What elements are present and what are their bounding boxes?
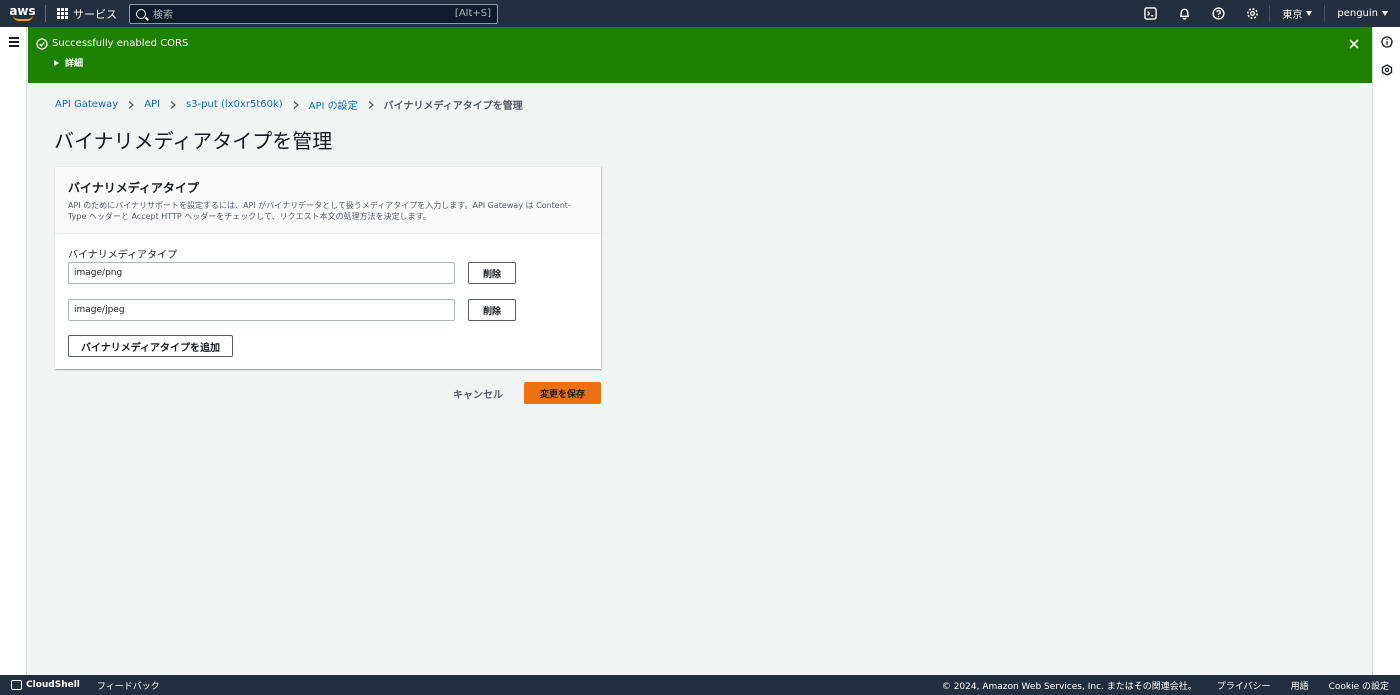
chevron-right-icon xyxy=(170,100,177,109)
right-rail xyxy=(1372,27,1400,675)
footer-terms-link[interactable]: 用語 xyxy=(1291,679,1309,692)
panel-description: API のためにバイナリサポートを設定するには、API がバイナリデータとして扱… xyxy=(68,201,571,221)
remove-media-type-button[interactable]: 削除 xyxy=(468,262,516,284)
breadcrumb-api-gateway[interactable]: API Gateway xyxy=(55,99,118,110)
check-circle-icon xyxy=(36,38,48,50)
top-navigation: aws サービス 検索 [Alt+S] 東京 penguin xyxy=(0,0,1400,27)
binary-media-types-panel: バイナリメディアタイプ API のためにバイナリサポートを設定するには、API … xyxy=(55,166,601,369)
success-flashbar: Successfully enabled CORS 詳細 xyxy=(28,27,1372,83)
region-label: 東京 xyxy=(1282,10,1303,21)
help-button[interactable] xyxy=(1201,0,1235,27)
services-menu-button[interactable]: サービス xyxy=(57,6,117,22)
nav-right-group: 東京 penguin xyxy=(1133,0,1400,27)
hexagon-icon[interactable] xyxy=(1381,64,1393,76)
breadcrumb-api-settings[interactable]: API の設定 xyxy=(309,97,358,112)
left-rail xyxy=(0,27,27,675)
services-label: サービス xyxy=(73,7,117,21)
caret-down-icon xyxy=(1306,11,1313,16)
cancel-button[interactable]: キャンセル xyxy=(445,382,511,404)
page-title: バイナリメディアタイプを管理 xyxy=(54,129,333,153)
caret-down-icon xyxy=(1382,11,1388,16)
settings-button[interactable] xyxy=(1235,0,1269,27)
flash-message: Successfully enabled CORS xyxy=(52,38,189,49)
search-placeholder: 検索 xyxy=(153,10,173,21)
footer-copyright: © 2024, Amazon Web Services, Inc. またはその関… xyxy=(941,681,1197,692)
media-type-field-label: バイナリメディアタイプ xyxy=(68,250,178,261)
grid-icon xyxy=(57,8,68,19)
breadcrumb-api-name[interactable]: s3-put (lx0xr5t60k) xyxy=(186,99,283,110)
footer-cloudshell-label: CloudShell xyxy=(26,680,80,690)
notifications-button[interactable] xyxy=(1167,0,1201,27)
account-menu[interactable]: penguin xyxy=(1324,5,1400,22)
account-name: penguin xyxy=(1337,8,1378,19)
terminal-icon xyxy=(1144,7,1157,20)
remove-media-type-button[interactable]: 削除 xyxy=(468,299,516,321)
chevron-right-icon xyxy=(368,100,374,109)
flash-details-toggle[interactable]: 詳細 xyxy=(54,56,83,69)
gear-icon xyxy=(1246,8,1258,19)
search-input[interactable]: 検索 [Alt+S] xyxy=(129,3,498,24)
bell-icon xyxy=(1179,8,1189,20)
aws-smile-icon xyxy=(12,15,33,21)
footer-privacy-link[interactable]: プライバシー xyxy=(1217,679,1271,692)
panel-header: バイナリメディアタイプ API のためにバイナリサポートを設定するには、API … xyxy=(55,167,601,234)
cloudshell-button[interactable] xyxy=(1133,0,1167,27)
flash-details-label: 詳細 xyxy=(65,59,84,69)
panel-title: バイナリメディアタイプ xyxy=(68,181,199,195)
footer-cloudshell-button[interactable]: CloudShell xyxy=(11,680,80,690)
chevron-right-icon xyxy=(293,100,299,109)
breadcrumb-current: バイナリメディアタイプを管理 xyxy=(383,101,523,112)
divider xyxy=(45,5,46,22)
terminal-icon xyxy=(11,680,22,690)
breadcrumb-api[interactable]: API xyxy=(144,99,160,110)
breadcrumb: API Gateway API s3-put (lx0xr5t60k) API … xyxy=(55,97,523,112)
chevron-right-icon xyxy=(128,100,135,109)
aws-logo[interactable]: aws xyxy=(0,0,45,27)
info-icon[interactable] xyxy=(1381,36,1393,48)
add-media-type-button[interactable]: バイナリメディアタイプを追加 xyxy=(68,335,233,357)
menu-icon[interactable] xyxy=(9,37,19,49)
footer-right-links: © 2024, Amazon Web Services, Inc. またはその関… xyxy=(942,679,1389,692)
region-selector[interactable]: 東京 xyxy=(1269,5,1324,22)
search-shortcut: [Alt+S] xyxy=(454,8,491,19)
media-type-input[interactable]: image/jpeg xyxy=(68,299,455,321)
save-changes-button[interactable]: 変更を保存 xyxy=(524,382,601,404)
footer-feedback-link[interactable]: フィードバック xyxy=(97,679,160,692)
search-icon xyxy=(136,8,146,19)
caret-right-icon xyxy=(54,59,59,66)
close-icon[interactable] xyxy=(1348,38,1360,50)
media-type-input[interactable]: image/png xyxy=(68,262,455,284)
footer-cookie-link[interactable]: Cookie の設定 xyxy=(1329,679,1389,692)
footer: CloudShell フィードバック © 2024, Amazon Web Se… xyxy=(0,675,1400,695)
help-icon xyxy=(1212,7,1225,20)
